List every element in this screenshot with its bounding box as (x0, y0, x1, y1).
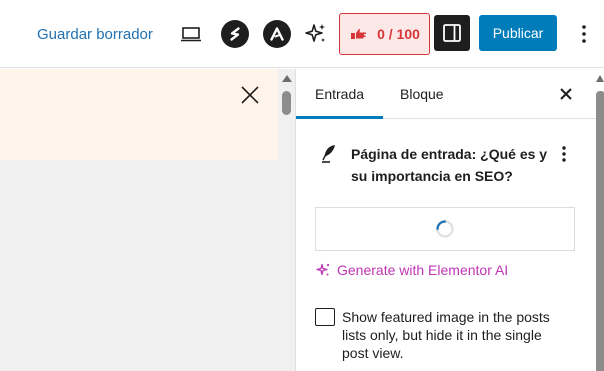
options-menu-button[interactable] (574, 20, 594, 48)
settings-sidebar-toggle[interactable] (434, 15, 470, 51)
s-plugin-button[interactable] (221, 20, 249, 48)
editor-header: Guardar borrador 0 / 100 Publicar (0, 0, 604, 68)
desktop-preview-icon (181, 27, 201, 42)
editor-notice (0, 69, 278, 160)
publish-button[interactable]: Publicar (479, 15, 557, 51)
tab-bloque[interactable]: Bloque (400, 69, 444, 119)
save-draft-button[interactable]: Guardar borrador (37, 26, 153, 43)
more-vertical-icon (582, 25, 586, 43)
ai-assistant-button[interactable] (302, 20, 330, 48)
a-brand-icon (270, 27, 284, 41)
spinner-icon (436, 220, 454, 238)
scroll-up-arrow[interactable] (282, 75, 292, 82)
editor-scrollbar[interactable] (278, 69, 295, 371)
close-icon (241, 86, 259, 104)
sidebar-scrollbar[interactable] (596, 69, 604, 371)
more-vertical-icon (562, 146, 566, 162)
close-icon (560, 88, 572, 100)
a-plugin-button[interactable] (263, 20, 291, 48)
sidebar-scroll-up-arrow[interactable] (596, 75, 604, 82)
sidebar-panel-icon (443, 24, 461, 42)
desktop-preview-button[interactable] (177, 20, 205, 48)
scrollbar-thumb[interactable] (282, 91, 291, 115)
sparkles-icon (316, 263, 330, 276)
seo-score-button[interactable]: 0 / 100 (339, 13, 430, 55)
post-actions-button[interactable] (556, 145, 572, 165)
seo-score-value: 0 / 100 (377, 26, 420, 42)
settings-sidebar: Entrada Bloque Página de entrada: ¿Qué e… (295, 69, 604, 371)
featured-image-option-label: Show featured image in the posts lists o… (342, 309, 550, 361)
close-sidebar-button[interactable] (556, 84, 576, 104)
editor-canvas (0, 69, 295, 371)
elementor-ai-label: Generate with Elementor AI (337, 262, 509, 278)
tab-entrada[interactable]: Entrada (295, 69, 384, 119)
sidebar-scrollbar-thumb[interactable] (596, 91, 604, 371)
elementor-ai-link[interactable]: Generate with Elementor AI (315, 262, 508, 278)
dismiss-notice-button[interactable] (238, 83, 262, 107)
feather-icon (322, 145, 335, 163)
sidebar-tabs: Entrada Bloque (295, 69, 604, 119)
featured-image-checkbox[interactable] (315, 308, 335, 326)
s-brand-icon (230, 27, 240, 41)
post-title: Página de entrada: ¿Qué es y su importan… (351, 146, 548, 184)
seo-hand-icon (351, 29, 367, 39)
featured-image-upload[interactable] (315, 207, 575, 251)
sparkles-icon (305, 24, 325, 42)
